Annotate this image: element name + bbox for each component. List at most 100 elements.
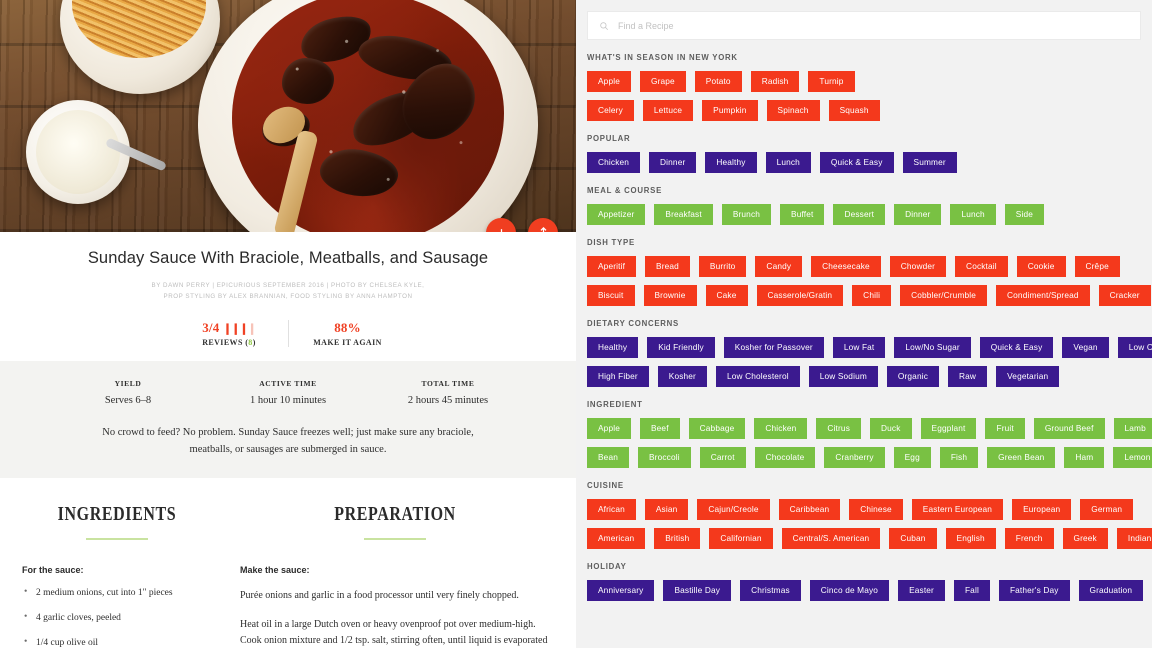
tag-bastille-day[interactable]: Bastille Day [663,580,732,601]
tag-easter[interactable]: Easter [898,580,945,601]
tag-californian[interactable]: Californian [709,528,773,549]
tag-lunch[interactable]: Lunch [950,204,996,225]
tag-english[interactable]: English [945,528,996,549]
tag-german[interactable]: German [1080,499,1134,520]
tag-broccoli[interactable]: Broccoli [637,447,691,468]
tag-african[interactable]: African [587,499,636,520]
tag-eastern-european[interactable]: Eastern European [911,499,1004,520]
tag-low-no-sugar[interactable]: Low/No Sugar [894,337,971,358]
tag-cuban[interactable]: Cuban [889,528,937,549]
tag-indian[interactable]: Indian [1116,528,1152,549]
tag-vegan[interactable]: Vegan [1062,337,1109,358]
tag-asian[interactable]: Asian [644,499,689,520]
tag-cracker[interactable]: Cracker [1098,285,1151,306]
tag-duck[interactable]: Duck [870,418,912,439]
tag-anniversary[interactable]: Anniversary [587,580,655,601]
tag-candy[interactable]: Candy [755,256,803,277]
tag-turnip[interactable]: Turnip [808,71,855,92]
tag-cranberry[interactable]: Cranberry [824,447,885,468]
tag-father-s-day[interactable]: Father's Day [998,580,1070,601]
tag-summer[interactable]: Summer [902,152,957,173]
tag-european[interactable]: European [1012,499,1072,520]
tag-potato[interactable]: Potato [694,71,742,92]
tag-dessert[interactable]: Dessert [833,204,886,225]
tag-american[interactable]: American [587,528,646,549]
tag-grape[interactable]: Grape [639,71,686,92]
tag-fall[interactable]: Fall [953,580,990,601]
tag-chicken[interactable]: Chicken [754,418,808,439]
tag-side[interactable]: Side [1004,204,1045,225]
tag-green-bean[interactable]: Green Bean [987,447,1056,468]
tag-casserole-gratin[interactable]: Casserole/Gratin [756,285,844,306]
tag-ground-beef[interactable]: Ground Beef [1033,418,1105,439]
tag-fruit[interactable]: Fruit [985,418,1025,439]
tag-spinach[interactable]: Spinach [766,100,820,121]
tag-british[interactable]: British [654,528,701,549]
tag-cr-pe[interactable]: Crêpe [1074,256,1120,277]
tag-aperitif[interactable]: Aperitif [587,256,637,277]
tag-pumpkin[interactable]: Pumpkin [702,100,758,121]
search-input[interactable] [618,20,1129,31]
search-box[interactable] [587,11,1141,40]
share-recipe-button[interactable] [528,218,558,232]
tag-cobbler-crumble[interactable]: Cobbler/Crumble [900,285,988,306]
tag-graduation[interactable]: Graduation [1078,580,1144,601]
tag-dinner[interactable]: Dinner [649,152,697,173]
tag-french[interactable]: French [1004,528,1054,549]
tag-central-s-american[interactable]: Central/S. American [781,528,881,549]
tag-low-cholesterol[interactable]: Low Cholesterol [715,366,800,387]
tag-christmas[interactable]: Christmas [740,580,801,601]
tag-lunch[interactable]: Lunch [765,152,811,173]
tag-appetizer[interactable]: Appetizer [587,204,646,225]
tag-raw[interactable]: Raw [948,366,988,387]
tag-chicken[interactable]: Chicken [587,152,641,173]
tag-cheesecake[interactable]: Cheesecake [811,256,881,277]
tag-citrus[interactable]: Citrus [816,418,861,439]
tag-brownie[interactable]: Brownie [643,285,697,306]
tag-brunch[interactable]: Brunch [721,204,772,225]
tag-celery[interactable]: Celery [587,100,634,121]
tag-apple[interactable]: Apple [587,418,631,439]
tag-organic[interactable]: Organic [886,366,940,387]
tag-vegetarian[interactable]: Vegetarian [996,366,1060,387]
tag-cinco-de-mayo[interactable]: Cinco de Mayo [809,580,890,601]
tag-radish[interactable]: Radish [750,71,800,92]
tag-kosher-for-passover[interactable]: Kosher for Passover [723,337,824,358]
tag-beef[interactable]: Beef [639,418,680,439]
tag-squash[interactable]: Squash [828,100,880,121]
tag-quick-easy[interactable]: Quick & Easy [979,337,1054,358]
tag-lemon[interactable]: Lemon [1113,447,1152,468]
tag-carrot[interactable]: Carrot [699,447,746,468]
tag-lamb[interactable]: Lamb [1113,418,1152,439]
tag-healthy[interactable]: Healthy [587,337,639,358]
tag-cookie[interactable]: Cookie [1016,256,1066,277]
tag-cocktail[interactable]: Cocktail [955,256,1008,277]
add-to-recipe-box-button[interactable] [486,218,516,232]
tag-buffet[interactable]: Buffet [780,204,825,225]
tag-chili[interactable]: Chili [852,285,892,306]
tag-ham[interactable]: Ham [1064,447,1105,468]
tag-low-fat[interactable]: Low Fat [832,337,886,358]
tag-fish[interactable]: Fish [939,447,979,468]
tag-cabbage[interactable]: Cabbage [688,418,746,439]
tag-biscuit[interactable]: Biscuit [587,285,635,306]
tag-breakfast[interactable]: Breakfast [654,204,713,225]
tag-eggplant[interactable]: Eggplant [920,418,977,439]
tag-low-sodium[interactable]: Low Sodium [808,366,878,387]
tag-chinese[interactable]: Chinese [849,499,903,520]
tag-low-carb[interactable]: Low Carb [1117,337,1152,358]
stat-reviews[interactable]: 3/4 ❙❙❙❙ REVIEWS (8) [170,320,288,347]
tag-apple[interactable]: Apple [587,71,631,92]
tag-condiment-spread[interactable]: Condiment/Spread [996,285,1090,306]
tag-healthy[interactable]: Healthy [705,152,757,173]
tag-bean[interactable]: Bean [587,447,629,468]
tag-dinner[interactable]: Dinner [894,204,942,225]
tag-lettuce[interactable]: Lettuce [642,100,694,121]
tag-kid-friendly[interactable]: Kid Friendly [647,337,715,358]
tag-kosher[interactable]: Kosher [657,366,707,387]
tag-burrito[interactable]: Burrito [698,256,747,277]
tag-cajun-creole[interactable]: Cajun/Creole [697,499,770,520]
tag-bread[interactable]: Bread [645,256,690,277]
tag-chocolate[interactable]: Chocolate [754,447,816,468]
tag-egg[interactable]: Egg [893,447,931,468]
